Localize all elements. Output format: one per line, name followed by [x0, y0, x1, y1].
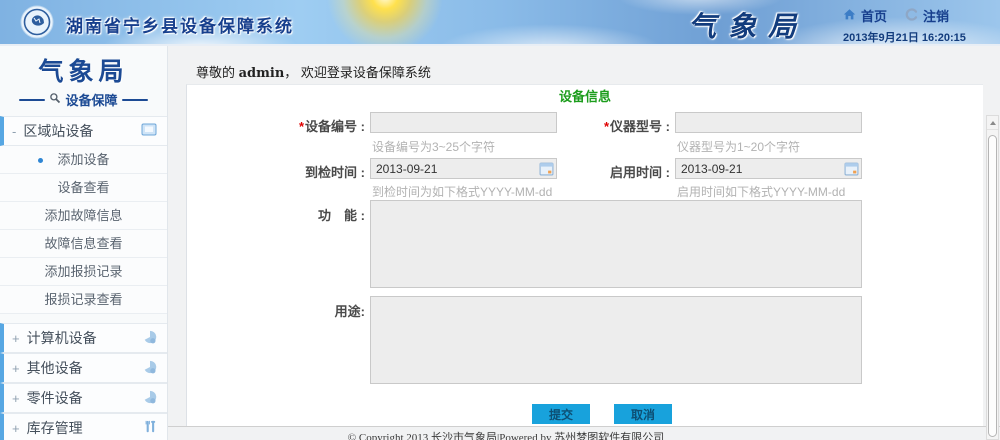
check-date-label: 到检时间 :	[235, 162, 365, 181]
sidebar-logo-title: 气象局	[0, 52, 167, 88]
sidebar-submenu: 添加设备 设备查看 添加故障信息 故障信息查看 添加报损记录 报损记录查看	[0, 146, 167, 314]
calendar-icon[interactable]	[844, 161, 859, 176]
top-nav: 首页 注销 2013年9月21日 16:20:15	[843, 6, 966, 45]
brand: 湖南省宁乡县设备保障系统	[20, 5, 294, 44]
search-icon	[49, 92, 61, 107]
page: 湖南省宁乡县设备保障系统 气象局 首页 注销 2013年9月21日 16:20:…	[0, 0, 1000, 440]
check-date-hint: 到检时间为如下格式YYYY-MM-dd	[372, 183, 552, 200]
sidebar-logo: 气象局 设备保障	[0, 46, 167, 116]
cancel-button[interactable]: 取消	[614, 404, 672, 424]
pie-icon	[143, 330, 157, 347]
model-input[interactable]	[675, 112, 862, 133]
username: admin	[239, 66, 285, 81]
top-header: 湖南省宁乡县设备保障系统 气象局 首页 注销 2013年9月21日 16:20:…	[0, 0, 1000, 46]
sidebar-item-add-fault[interactable]: 添加故障信息	[0, 202, 167, 230]
form-title: 设备信息	[187, 86, 983, 105]
sidebar-item-add-damage[interactable]: 添加报损记录	[0, 258, 167, 286]
enable-date-label: 启用时间 :	[540, 162, 670, 181]
datetime: 2013年9月21日 16:20:15	[843, 29, 966, 45]
sidebar-item-add-device[interactable]: 添加设备	[0, 146, 167, 174]
system-title: 湖南省宁乡县设备保障系统	[66, 12, 294, 37]
tools-icon	[144, 420, 157, 437]
usage-label: 用途:	[235, 301, 365, 320]
sidebar-group-regional-station[interactable]: - 区域站设备	[0, 116, 167, 146]
pie-icon	[143, 360, 157, 377]
sidebar-group-parts[interactable]: + 零件设备	[0, 383, 167, 413]
usage-textarea[interactable]	[370, 296, 862, 384]
nav-logout[interactable]: 注销	[923, 6, 949, 25]
model-label: *仪器型号 :	[540, 116, 670, 135]
submit-button[interactable]: 提交	[532, 404, 590, 424]
bureau-seal-icon	[20, 5, 54, 44]
sidebar-group-label: 区域站设备	[23, 121, 93, 141]
sidebar-logo-subtitle: 设备保障	[0, 90, 167, 109]
home-icon	[843, 8, 856, 24]
sidebar: 气象局 设备保障 - 区域站设备 添加设备 设备查看 添加故障信息 故障信息查看	[0, 46, 168, 440]
device-info-panel: 设备信息 *设备编号 : *仪器型号 : 设备编号为3~25个字符 仪器型号为1…	[186, 84, 983, 426]
footer-divider	[168, 426, 1000, 427]
enable-date-input[interactable]	[675, 158, 862, 179]
function-textarea[interactable]	[370, 200, 862, 288]
vertical-scrollbar[interactable]	[986, 115, 999, 440]
function-label: 功 能 :	[235, 205, 365, 224]
greeting: 尊敬的 admin， 欢迎登录设备保障系统	[196, 62, 431, 81]
sidebar-group-other[interactable]: + 其他设备	[0, 353, 167, 383]
sidebar-collapsed-groups: + 计算机设备 + 其他设备 + 零件设备 + 库存管理	[0, 323, 167, 440]
device-no-hint: 设备编号为3~25个字符	[372, 138, 495, 155]
monitor-icon	[141, 123, 157, 139]
sidebar-item-view-damage[interactable]: 报损记录查看	[0, 286, 167, 314]
enable-date-hint: 启用时间如下格式YYYY-MM-dd	[677, 183, 845, 200]
sidebar-group-computer[interactable]: + 计算机设备	[0, 323, 167, 353]
sidebar-item-view-fault[interactable]: 故障信息查看	[0, 230, 167, 258]
device-no-input[interactable]	[370, 112, 557, 133]
scrollbar-thumb[interactable]	[988, 135, 997, 437]
check-date-input[interactable]	[370, 158, 557, 179]
pie-icon	[143, 390, 157, 407]
footer-copyright: © Copyright 2013 长沙市气象局|Powered by 苏州梦图软…	[186, 429, 826, 440]
sidebar-group-inventory[interactable]: + 库存管理	[0, 413, 167, 440]
device-no-label: *设备编号 :	[235, 116, 365, 135]
nav-home[interactable]: 首页	[861, 6, 887, 25]
bureau-title: 气象局	[688, 5, 808, 45]
logout-icon	[905, 8, 918, 24]
scrollbar-up-arrow[interactable]	[987, 116, 998, 130]
sidebar-item-view-device[interactable]: 设备查看	[0, 174, 167, 202]
model-hint: 仪器型号为1~20个字符	[677, 138, 800, 155]
